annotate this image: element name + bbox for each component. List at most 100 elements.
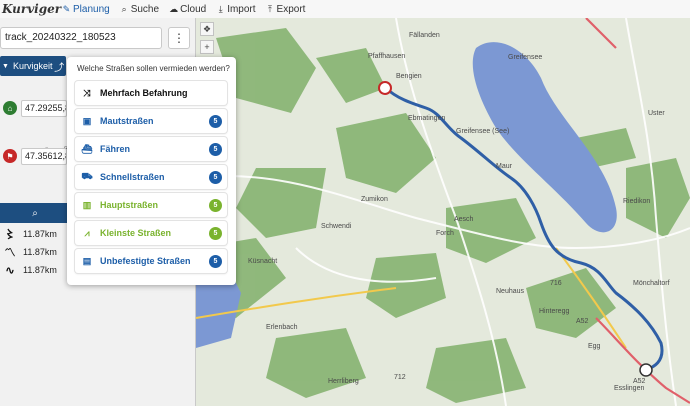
map-label-erlenbach: Erlenbach bbox=[266, 324, 298, 331]
waypoint-start-coords[interactable]: 47.29255,8.7 bbox=[21, 99, 67, 117]
map-label-schwendi: Schwendi bbox=[321, 223, 352, 230]
menu-planung[interactable]: ✎ Planung bbox=[62, 4, 110, 15]
route-search-bar[interactable]: ⌕ bbox=[0, 203, 70, 223]
avoid-option-unbefestigte-strassen[interactable]: ▤ Unbefestigte Straßen 5 bbox=[75, 249, 227, 273]
map-label-moenchaltorf: Mönchaltorf bbox=[633, 280, 670, 287]
road-label-712: 712 bbox=[394, 374, 406, 381]
kurviger-logo: Kurviger bbox=[2, 2, 62, 16]
flag-icon: ⚑ bbox=[3, 149, 17, 163]
toll-icon: ▣ bbox=[82, 115, 92, 126]
road-label-a52-b: A52 bbox=[576, 318, 589, 325]
map-label-forch: Forch bbox=[436, 230, 454, 237]
unpaved-road-icon: ▤ bbox=[82, 255, 92, 266]
map-label-hinteregg: Hinteregg bbox=[539, 308, 570, 315]
road-label-a52: A52 bbox=[633, 378, 646, 385]
search-icon: ⌕ bbox=[32, 207, 38, 219]
avoid-option-faehren[interactable]: ⛴ Fähren 5 bbox=[75, 137, 227, 161]
route-mode-select[interactable]: ▼ Kurvigkeit ⤴ bbox=[0, 56, 66, 76]
cloud-icon: ☁ bbox=[169, 3, 179, 14]
route-distance: 11.87km bbox=[23, 229, 57, 239]
avoid-option-mehrfach[interactable]: ⤨ Mehrfach Befahrung bbox=[75, 81, 227, 105]
curvy-road-icon: 〽 bbox=[4, 247, 16, 259]
avoid-option-hauptstrassen[interactable]: ▥ Hauptstraßen 5 bbox=[75, 193, 227, 217]
map-label-faellanden: Fällanden bbox=[409, 32, 440, 39]
route-summary-row[interactable]: ∿ 11.87km bbox=[0, 261, 70, 279]
map-label-zumikon: Zumikon bbox=[361, 196, 388, 203]
shuffle-icon: ⤨ bbox=[83, 87, 91, 98]
main-road-icon: ▥ bbox=[82, 199, 92, 210]
map-label-riedikon: Riedikon bbox=[623, 198, 651, 205]
very-curvy-road-icon: ∿ bbox=[5, 264, 15, 277]
menu-cloud-label: Cloud bbox=[180, 3, 207, 15]
route-distance: 11.87km bbox=[23, 265, 57, 275]
menu-import-label: Import bbox=[227, 3, 256, 15]
avoid-level-badge[interactable]: 5 bbox=[209, 199, 222, 212]
avoid-level-badge[interactable]: 5 bbox=[209, 115, 222, 128]
avoid-option-mautstrassen[interactable]: ▣ Mautstraßen 5 bbox=[75, 109, 227, 133]
home-icon: ⌂ bbox=[3, 101, 17, 115]
map-label-greifensee: Greifensee bbox=[508, 54, 543, 61]
top-menu-bar: Kurviger ✎ Planung ⌕ Suche ☁ Cloud ⤓ Imp… bbox=[0, 0, 690, 18]
road-label-716: 716 bbox=[550, 280, 562, 287]
avoid-level-badge[interactable]: 5 bbox=[209, 227, 222, 240]
avoid-level-badge[interactable]: 5 bbox=[209, 171, 222, 184]
map-label-greifensee-lake: Greifensee (See) bbox=[456, 128, 510, 135]
avoid-option-label: Hauptstraßen bbox=[100, 200, 159, 210]
map-label-aesch: Aesch bbox=[454, 216, 474, 223]
zoom-in-button[interactable]: + bbox=[200, 40, 214, 54]
avoid-option-label: Fähren bbox=[100, 144, 131, 154]
avoid-option-kleinste-strassen[interactable]: ⩘ Kleinste Straßen 5 bbox=[75, 221, 227, 245]
menu-export[interactable]: ⤒ Export bbox=[266, 3, 306, 15]
route-summary-row[interactable]: 〽 11.87km bbox=[0, 243, 70, 261]
route-mode-label: Kurvigkeit bbox=[12, 61, 53, 71]
export-icon: ⤒ bbox=[268, 3, 273, 14]
pencil-icon: ✎ bbox=[62, 3, 71, 14]
caret-down-icon: ▼ bbox=[2, 62, 9, 70]
plus-icon: + bbox=[204, 42, 210, 52]
map-label-kuesnacht: Küsnacht bbox=[248, 258, 278, 265]
track-menu-button[interactable]: ⋮ bbox=[168, 27, 190, 49]
map-label-egg: Egg bbox=[588, 343, 601, 350]
map-label-herrliberg: Herrliberg bbox=[328, 378, 359, 385]
menu-export-label: Export bbox=[276, 3, 306, 15]
curvy-road-icon: ⤴ bbox=[54, 62, 65, 74]
avoid-option-label: Kleinste Straßen bbox=[100, 228, 172, 238]
ferry-icon: ⛴ bbox=[81, 143, 93, 154]
track-name-field[interactable]: track_20240322_180523 bbox=[0, 27, 162, 49]
avoid-option-label: Mehrfach Befahrung bbox=[100, 88, 188, 98]
map-label-pfaffhausen: Pfaffhausen bbox=[368, 53, 406, 60]
avoid-option-schnellstrassen[interactable]: ⛟ Schnellstraßen 5 bbox=[75, 165, 227, 189]
popup-title: Welche Straßen sollen vermieden werden? bbox=[77, 64, 230, 73]
waypoint-end-coords[interactable]: 47.35612,8.6 bbox=[21, 147, 67, 165]
menu-cloud[interactable]: ☁ Cloud bbox=[169, 4, 206, 15]
route-summary-row[interactable]: 〻 11.87km bbox=[0, 225, 70, 243]
curvy-road-icon: 〻 bbox=[4, 229, 16, 241]
menu-import[interactable]: ⤓ Import bbox=[216, 3, 256, 15]
map-label-esslingen: Esslingen bbox=[614, 385, 645, 392]
car-icon: ⛟ bbox=[81, 171, 93, 181]
small-road-icon: ⩘ bbox=[84, 227, 90, 238]
waypoint-end[interactable]: ⚑ 47.35612,8.6 bbox=[0, 146, 70, 166]
waypoint-start[interactable]: ⌂ 47.29255,8.7 bbox=[0, 98, 70, 118]
map-label-bengien: Bengien bbox=[396, 73, 422, 80]
avoid-level-badge[interactable]: 5 bbox=[209, 255, 222, 268]
map-label-uster: Uster bbox=[648, 110, 665, 117]
avoid-roads-popup: Welche Straßen sollen vermieden werden? … bbox=[67, 57, 236, 285]
avoid-option-label: Schnellstraßen bbox=[100, 172, 165, 182]
map-label-neuhaus: Neuhaus bbox=[496, 288, 525, 295]
more-vertical-icon: ⋮ bbox=[173, 31, 185, 45]
menu-suche-label: Suche bbox=[130, 3, 160, 15]
route-distance: 11.87km bbox=[23, 247, 57, 257]
avoid-option-label: Unbefestigte Straßen bbox=[100, 256, 191, 266]
map-view[interactable]: Pfaffhausen Fällanden Greifensee Bengien… bbox=[196, 18, 690, 406]
map-label-maur: Maur bbox=[496, 163, 512, 170]
map-canvas[interactable] bbox=[196, 18, 690, 406]
avoid-level-badge[interactable]: 5 bbox=[209, 143, 222, 156]
layers-button[interactable]: ❖ bbox=[200, 22, 214, 36]
map-label-ebmatingen: Ebmatingen bbox=[408, 115, 446, 122]
layers-icon: ❖ bbox=[202, 23, 212, 34]
import-icon: ⤓ bbox=[218, 3, 223, 14]
menu-planung-label: Planung bbox=[73, 3, 110, 15]
menu-suche[interactable]: ⌕ Suche bbox=[120, 4, 159, 15]
search-icon: ⌕ bbox=[121, 3, 127, 14]
